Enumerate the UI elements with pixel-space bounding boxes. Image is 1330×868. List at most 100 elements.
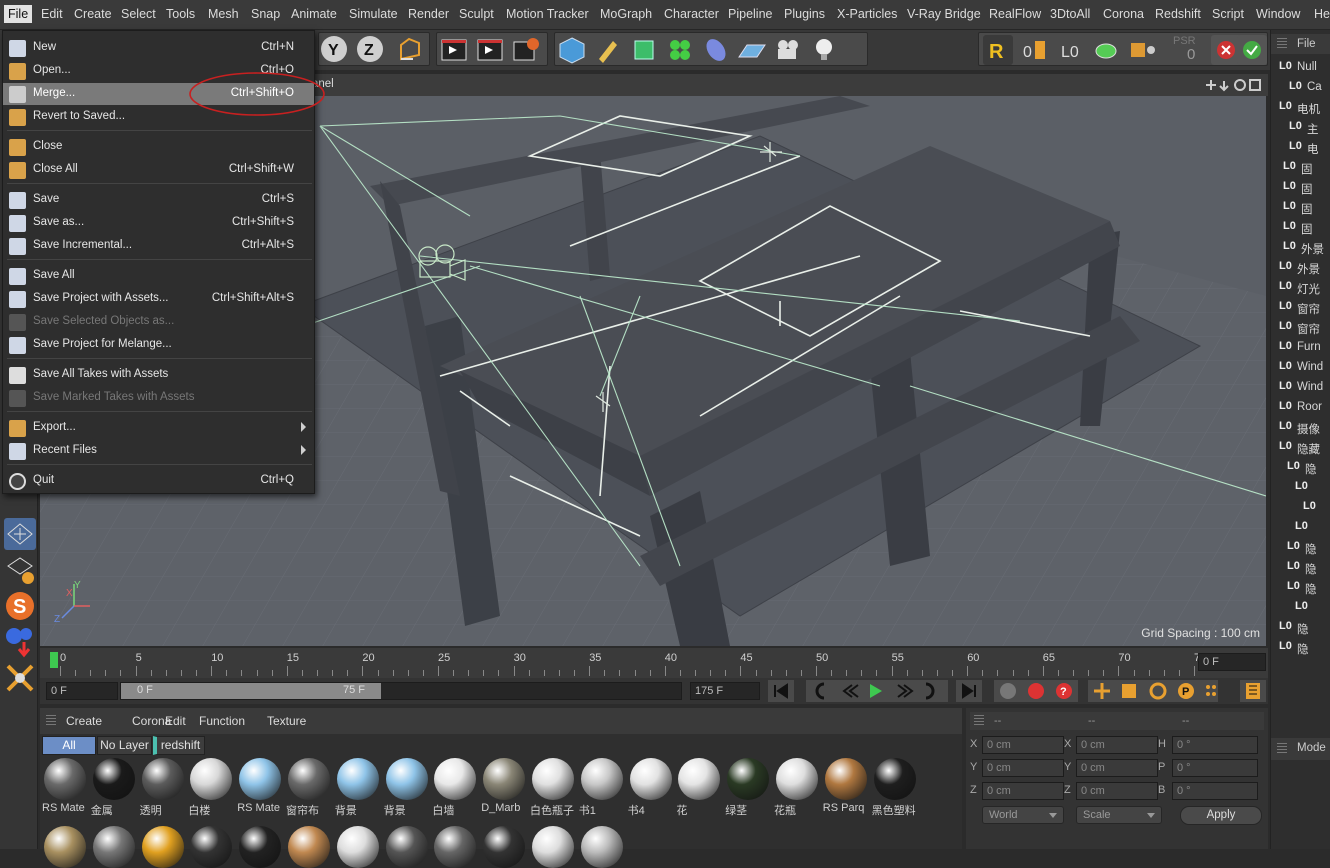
material-swatch[interactable]: RS Parq (823, 758, 869, 816)
object-row[interactable]: L0 灯光 (1279, 278, 1330, 298)
frame-range-slider[interactable]: 0 F 75 F (120, 682, 682, 700)
material-preview[interactable] (532, 826, 574, 868)
camera-icon[interactable] (773, 35, 803, 65)
material-swatch[interactable]: 金属 (91, 758, 137, 817)
emitter-icon[interactable] (4, 662, 36, 694)
material-swatch[interactable]: D_Marb (481, 758, 527, 816)
render-view-icon[interactable] (439, 35, 469, 65)
dynamics-icon[interactable] (4, 626, 36, 658)
object-manager-file-menu[interactable]: File (1297, 38, 1316, 50)
coord-value-field[interactable]: 0 cm (982, 736, 1064, 754)
file-menu-recent-files[interactable]: Recent Files (3, 440, 314, 462)
check-icon[interactable] (1237, 35, 1267, 65)
coord-value-field[interactable]: 0 cm (1076, 782, 1158, 800)
script-s-icon[interactable]: S (4, 590, 36, 622)
object-row[interactable]: L0 隐 (1279, 618, 1330, 638)
object-row[interactable]: L0 隐 (1287, 458, 1330, 478)
material-menu-create[interactable]: Create (66, 714, 102, 728)
material-swatch[interactable]: RS Mate (237, 758, 283, 816)
object-row[interactable]: L0 固 (1283, 178, 1330, 198)
object-row[interactable]: L0 (1303, 498, 1330, 518)
light-icon[interactable] (809, 35, 839, 65)
menu-redshift[interactable]: Redshift (1155, 7, 1201, 21)
go-to-start-icon[interactable] (768, 680, 794, 702)
file-menu-save-incremental[interactable]: Save Incremental... Ctrl+Alt+S (3, 235, 314, 257)
coord-value-field[interactable]: 0 ° (1172, 782, 1258, 800)
coordinate-system-icon[interactable] (395, 35, 425, 65)
cube-icon[interactable] (557, 35, 587, 65)
menu-3dtoall[interactable]: 3DtoAll (1050, 7, 1090, 21)
material-swatch[interactable]: 窗帘布 (286, 758, 332, 817)
menu-tools[interactable]: Tools (166, 7, 195, 21)
file-menu-save-project-for-melange[interactable]: Save Project for Melange... (3, 334, 314, 356)
menu-x-particles[interactable]: X-Particles (837, 7, 897, 21)
material-swatch[interactable]: 书1 (579, 758, 625, 817)
object-row[interactable]: L0 隐藏 (1279, 438, 1330, 458)
file-menu-save[interactable]: Save Ctrl+S (3, 189, 314, 211)
coord-mode-dropdown[interactable]: Scale (1076, 806, 1162, 824)
object-row[interactable]: L0 隐 (1287, 538, 1330, 558)
object-row[interactable]: L0 隐 (1287, 578, 1330, 598)
material-menu-function[interactable]: Function (199, 714, 245, 728)
material-preview[interactable] (190, 826, 233, 868)
xpresso-icon[interactable] (1091, 35, 1121, 65)
material-preview[interactable] (434, 826, 477, 868)
material-tab-redshift[interactable]: redshift (153, 736, 205, 755)
menu-mesh[interactable]: Mesh (208, 7, 239, 21)
subdivision-icon[interactable] (629, 35, 659, 65)
menu-window[interactable]: Window (1256, 7, 1300, 21)
menu-sculpt[interactable]: Sculpt (459, 7, 494, 21)
z-axis-lock-button[interactable]: Z (357, 36, 383, 62)
coord-value-field[interactable]: 0 cm (1076, 736, 1158, 754)
file-menu-export[interactable]: Export... (3, 417, 314, 439)
menu-select[interactable]: Select (121, 7, 156, 21)
menu-snap[interactable]: Snap (251, 7, 280, 21)
mograph-cloner-icon[interactable] (665, 35, 695, 65)
panel-grip-icon[interactable] (974, 715, 984, 727)
object-row[interactable]: L0 电机 (1279, 98, 1330, 118)
material-swatch[interactable]: 透明 (140, 758, 186, 817)
go-to-end-icon[interactable] (956, 680, 982, 702)
material-preview[interactable] (385, 826, 428, 868)
material-preview[interactable] (483, 826, 526, 868)
menu-animate[interactable]: Animate (291, 7, 337, 21)
render-picture-viewer-icon[interactable] (475, 35, 505, 65)
plugin-settings-icon[interactable] (1127, 35, 1157, 65)
object-row[interactable]: L0 固 (1283, 158, 1330, 178)
menu-script[interactable]: Script (1212, 7, 1244, 21)
object-row[interactable]: L0 Roor (1279, 398, 1330, 418)
material-menu-texture[interactable]: Texture (267, 714, 306, 728)
attributes-mode-menu[interactable]: Mode (1297, 742, 1326, 754)
menu-he[interactable]: He (1314, 7, 1330, 21)
object-row[interactable]: L0 固 (1283, 218, 1330, 238)
file-menu-save-all-takes-with-assets[interactable]: Save All Takes with Assets (3, 364, 314, 386)
menu-create[interactable]: Create (74, 7, 112, 21)
material-preview[interactable] (288, 826, 330, 868)
coord-value-field[interactable]: 0 cm (982, 759, 1064, 777)
file-menu-close-all[interactable]: Close All Ctrl+Shift+W (3, 159, 314, 181)
panel-grip-icon[interactable] (1277, 38, 1287, 50)
realflow-icon[interactable]: R (983, 35, 1013, 65)
menu-plugins[interactable]: Plugins (784, 7, 825, 21)
apply-button[interactable]: Apply (1180, 806, 1262, 825)
material-swatch[interactable]: RS Mate (42, 758, 88, 816)
deformer-icon[interactable] (701, 35, 731, 65)
object-row[interactable]: L0 电 (1289, 138, 1330, 158)
coord-space-dropdown[interactable]: World (982, 806, 1064, 824)
material-swatch[interactable]: 背景 (335, 758, 381, 817)
file-menu-save-project-with-assets[interactable]: Save Project with Assets... Ctrl+Shift+Al… (3, 288, 314, 310)
material-preview[interactable] (336, 826, 379, 868)
file-menu-save-as[interactable]: Save as... Ctrl+Shift+S (3, 212, 314, 234)
workplane-lock-icon[interactable] (4, 518, 36, 550)
render-settings-icon[interactable] (511, 35, 541, 65)
object-row[interactable]: L0 窗帘 (1279, 318, 1330, 338)
panel-grip-icon[interactable] (1277, 743, 1287, 755)
file-menu-save-all[interactable]: Save All (3, 265, 314, 287)
object-row[interactable]: L0 Null (1279, 58, 1330, 78)
viewport-nav-icons[interactable] (1202, 77, 1262, 93)
snap-grid-icon[interactable] (4, 554, 36, 586)
end-frame-field[interactable]: 175 F (690, 682, 760, 700)
panel-grip-icon[interactable] (46, 715, 56, 727)
material-swatch[interactable]: 白楼 (188, 758, 234, 817)
material-swatch[interactable]: 花瓶 (774, 758, 820, 817)
